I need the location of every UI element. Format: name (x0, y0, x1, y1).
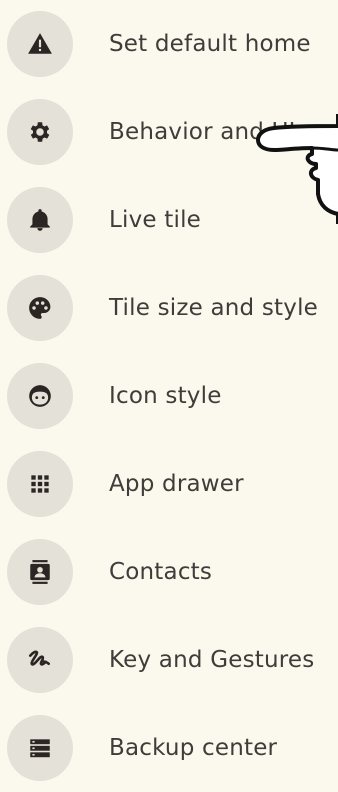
settings-item-set-default-home[interactable]: Set default home (0, 0, 338, 88)
settings-item-label: Contacts (109, 559, 213, 585)
bell-icon (7, 187, 73, 253)
settings-item-label: Backup center (109, 735, 278, 761)
gesture-icon (7, 627, 73, 693)
settings-item-backup-center[interactable]: Backup center (0, 704, 338, 792)
settings-item-label: Icon style (109, 383, 222, 409)
gear-icon (7, 99, 73, 165)
settings-item-tile-size-and-style[interactable]: Tile size and style (0, 264, 338, 352)
settings-item-label: Key and Gestures (109, 647, 315, 673)
settings-item-label: Behavior and UI (109, 119, 296, 145)
storage-icon (7, 715, 73, 781)
settings-item-label: Set default home (109, 31, 311, 57)
palette-icon (7, 275, 73, 341)
warning-triangle-icon (7, 11, 73, 77)
settings-item-icon-style[interactable]: Icon style (0, 352, 338, 440)
settings-item-behavior-and-ui[interactable]: Behavior and UI (0, 88, 338, 176)
apps-grid-icon (7, 451, 73, 517)
settings-item-label: Live tile (109, 207, 202, 233)
settings-item-contacts[interactable]: Contacts (0, 528, 338, 616)
settings-item-app-drawer[interactable]: App drawer (0, 440, 338, 528)
settings-item-live-tile[interactable]: Live tile (0, 176, 338, 264)
contacts-book-icon (7, 539, 73, 605)
face-icon (7, 363, 73, 429)
settings-item-key-and-gestures[interactable]: Key and Gestures (0, 616, 338, 704)
settings-list: Set default home Behavior and UI Live ti… (0, 0, 338, 781)
settings-item-label: App drawer (109, 471, 244, 497)
settings-item-label: Tile size and style (109, 295, 319, 321)
